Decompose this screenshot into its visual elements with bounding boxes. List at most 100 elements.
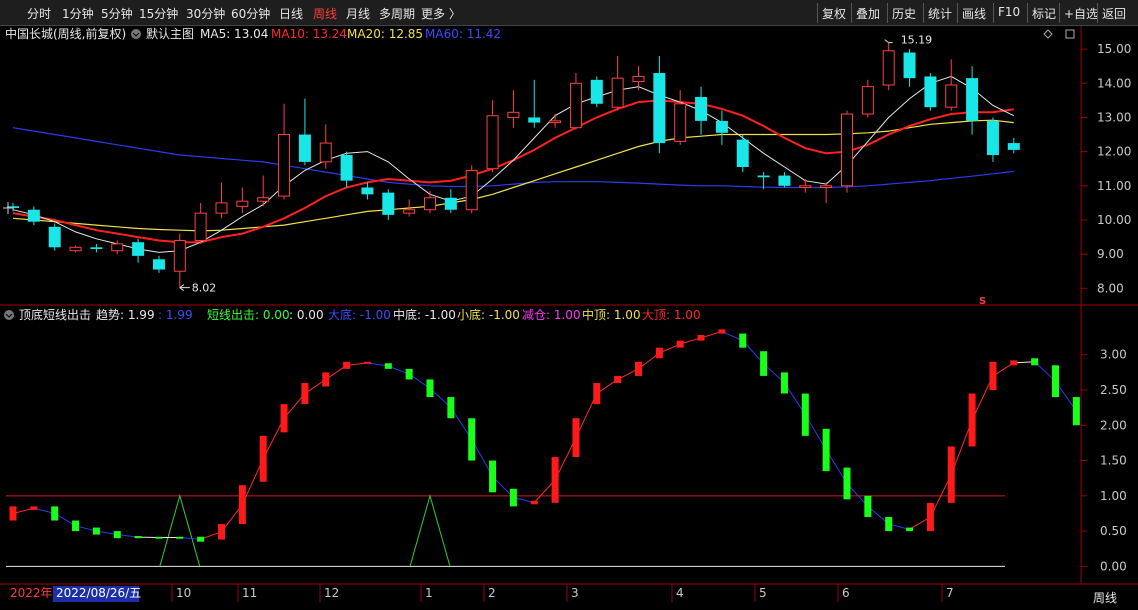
candle[interactable] (465, 165, 478, 214)
candle[interactable] (340, 151, 353, 188)
price-tick-label: 11.00 (1097, 179, 1131, 193)
candle-body (298, 134, 311, 162)
toolbar: 分时 1分钟 5分钟 15分钟 30分钟 60分钟 日线 周线 月线 多周期 更多 〉 复权 叠加 历史统… (0, 0, 1138, 26)
price-tick-label: 13.00 (1097, 110, 1131, 124)
candle-body (48, 226, 61, 248)
toolbar-button-8[interactable]: 返回 (1102, 5, 1126, 22)
candle[interactable] (486, 100, 499, 173)
toolbar-button-0[interactable]: 复权 (822, 5, 846, 22)
timeframe-tab-3[interactable]: 15分钟 (139, 5, 178, 22)
candle[interactable] (861, 79, 874, 118)
candle-body (278, 134, 291, 197)
candle[interactable] (298, 98, 311, 166)
candle[interactable] (549, 114, 562, 128)
candle[interactable] (528, 79, 541, 128)
toolbar-button-5[interactable]: F10 (998, 5, 1020, 19)
candle[interactable] (278, 103, 291, 200)
candle[interactable] (507, 90, 520, 128)
indicator-bar (1010, 360, 1018, 366)
candle[interactable] (903, 49, 916, 87)
candle-body (903, 52, 916, 79)
indicator-name: 顶底短线出击 (19, 307, 91, 322)
candle[interactable] (695, 86, 708, 135)
timeframe-tab-9[interactable]: 多周期 (379, 5, 415, 22)
indicator-legend-item: 短线出击: 0.00 (207, 308, 290, 322)
candle[interactable] (152, 255, 165, 273)
template-label[interactable]: 默认主图 (146, 26, 194, 41)
candle[interactable] (715, 110, 728, 145)
candle-body (986, 120, 999, 156)
timeframe-tab-2[interactable]: 5分钟 (101, 5, 133, 22)
indicator-bar (197, 536, 205, 542)
indicator-tick-label: 3.00 (1100, 348, 1127, 362)
period-button[interactable]: 周线 (1093, 591, 1117, 605)
candle[interactable] (736, 134, 749, 173)
candle-body (424, 197, 436, 211)
candle[interactable] (424, 190, 436, 214)
indicator-legend-item: : 0.00 (289, 308, 324, 322)
candle[interactable] (1007, 137, 1020, 154)
indicator-dropdown-icon[interactable] (4, 310, 14, 320)
timeframe-tab-5[interactable]: 60分钟 (231, 5, 270, 22)
candle-body (340, 155, 353, 181)
candle[interactable] (236, 187, 249, 214)
candle[interactable] (7, 202, 19, 212)
candle[interactable] (632, 66, 645, 91)
timeframe-tab-7[interactable]: 周线 (313, 5, 337, 22)
candle[interactable] (674, 90, 687, 145)
toolbar-button-6[interactable]: 标记 (1032, 5, 1056, 22)
candle[interactable] (820, 182, 833, 203)
candle[interactable] (444, 189, 457, 214)
candle[interactable] (966, 66, 979, 135)
indicator-bar (906, 527, 914, 532)
candle[interactable] (48, 223, 61, 251)
price-tick-label: 10.00 (1097, 213, 1131, 227)
timeframe-tab-0[interactable]: 分时 (27, 5, 51, 22)
toolbar-button-3[interactable]: 统计 (928, 5, 952, 22)
diamond-icon[interactable] (1043, 29, 1053, 39)
timeframe-tab-1[interactable]: 1分钟 (62, 5, 94, 22)
indicator-bar (301, 382, 309, 405)
candle[interactable] (778, 172, 791, 188)
candle[interactable] (69, 245, 82, 253)
candle[interactable] (132, 238, 145, 263)
candle[interactable] (611, 55, 624, 111)
toolbar-button-7[interactable]: +自选 (1064, 5, 1098, 22)
indicator-bar (343, 361, 351, 369)
template-dropdown-icon[interactable] (131, 29, 141, 39)
toolbar-button-1[interactable]: 叠加 (856, 5, 880, 22)
timeframe-tab-6[interactable]: 日线 (279, 5, 303, 22)
candle[interactable] (194, 202, 207, 244)
candle[interactable] (361, 182, 374, 200)
timeframe-tab-4[interactable]: 30分钟 (186, 5, 225, 22)
toolbar-separator (957, 3, 958, 23)
candle[interactable] (882, 42, 895, 91)
chart-area[interactable]: S15.198.02 15.0014.0013.0012.0011.0010.0… (0, 26, 1138, 610)
candle-body (924, 76, 937, 108)
candle[interactable] (90, 243, 103, 253)
candle[interactable] (841, 110, 853, 193)
candle-body (1007, 143, 1020, 150)
candle[interactable] (319, 124, 332, 169)
candle[interactable] (986, 117, 999, 162)
timeframe-tab-8[interactable]: 月线 (346, 5, 370, 22)
price-panel[interactable]: S15.198.02 (3, 34, 1020, 307)
indicator-bar (947, 446, 955, 503)
candle-body (611, 77, 624, 108)
candle[interactable] (27, 206, 40, 226)
maximize-icon[interactable] (1065, 29, 1075, 39)
candle[interactable] (569, 73, 582, 130)
candle[interactable] (945, 59, 958, 111)
indicator-panel[interactable] (6, 329, 1080, 610)
candle[interactable] (590, 76, 603, 108)
toolbar-button-4[interactable]: 画线 (962, 5, 986, 22)
timeframe-tab-10[interactable]: 更多 〉 (421, 5, 461, 22)
candle-body (861, 86, 874, 115)
toolbar-button-2[interactable]: 历史 (892, 5, 916, 22)
price-tick-label: 12.00 (1097, 145, 1131, 159)
candle[interactable] (173, 233, 186, 288)
candle[interactable] (653, 55, 666, 154)
candle[interactable] (924, 73, 937, 111)
candle[interactable] (215, 182, 228, 219)
candle[interactable] (382, 189, 395, 220)
